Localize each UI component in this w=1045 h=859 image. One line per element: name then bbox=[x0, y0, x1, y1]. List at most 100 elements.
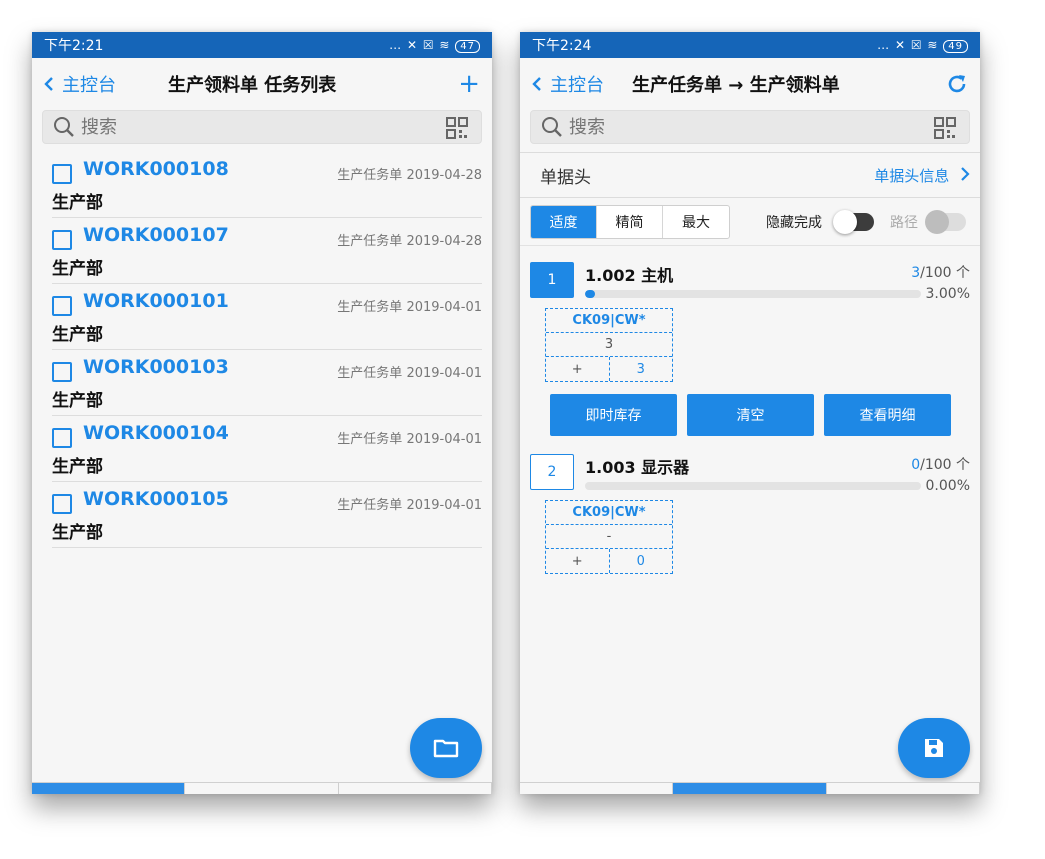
task-dept: 生产部 bbox=[52, 193, 103, 213]
task-meta: 生产任务单 2019-04-01 bbox=[337, 366, 482, 381]
list-item[interactable]: WORK000107 生产任务单 2019-04-28 生产部 bbox=[52, 218, 482, 284]
progress-percent: 3.00% bbox=[925, 286, 970, 302]
task-dept: 生产部 bbox=[52, 523, 103, 543]
checkbox[interactable] bbox=[52, 494, 72, 514]
refresh-icon[interactable] bbox=[946, 73, 968, 95]
document-header-link[interactable]: 单据头信息 bbox=[874, 165, 970, 186]
search-icon bbox=[54, 117, 74, 137]
material-name: 1.002 主机 bbox=[585, 266, 674, 285]
checkbox[interactable] bbox=[52, 428, 72, 448]
add-qty-button[interactable]: + bbox=[546, 549, 610, 573]
task-code[interactable]: WORK000108 bbox=[83, 158, 229, 180]
status-time: 下午2:24 bbox=[532, 38, 592, 54]
status-icons: … ✕ ☒ ≋ 47 bbox=[389, 38, 480, 53]
list-item[interactable]: WORK000104 生产任务单 2019-04-01 生产部 bbox=[52, 416, 482, 482]
clear-button[interactable]: 清空 bbox=[687, 394, 814, 436]
item-index: 1 bbox=[530, 262, 574, 298]
qty-input[interactable]: 0 bbox=[610, 549, 673, 573]
document-header-row[interactable]: 单据头 单据头信息 bbox=[520, 152, 980, 198]
task-dept: 生产部 bbox=[52, 457, 103, 477]
hide-done-label: 隐藏完成 bbox=[766, 214, 822, 231]
location-qty: 3 bbox=[546, 333, 672, 357]
checkbox[interactable] bbox=[52, 164, 72, 184]
view-detail-button[interactable]: 查看明细 bbox=[824, 394, 951, 436]
segment-moderate[interactable]: 适度 bbox=[531, 205, 597, 238]
location-qty: - bbox=[546, 525, 672, 549]
page-title: 生产领料单 任务列表 bbox=[168, 75, 337, 96]
tab-1[interactable] bbox=[520, 783, 674, 794]
tab-3[interactable] bbox=[827, 783, 980, 794]
battery-icon: 47 bbox=[455, 40, 480, 53]
checkbox[interactable] bbox=[52, 362, 72, 382]
segment-max[interactable]: 最大 bbox=[663, 206, 729, 238]
location-code: CK09|CW* bbox=[546, 501, 672, 525]
document-header-label: 单据头 bbox=[540, 167, 591, 188]
progress-bar bbox=[585, 290, 921, 298]
list-item[interactable]: WORK000105 生产任务单 2019-04-01 生产部 bbox=[52, 482, 482, 548]
tab-2[interactable] bbox=[185, 783, 339, 794]
task-code[interactable]: WORK000104 bbox=[83, 422, 229, 444]
material-item: 2 1.003 显示器 0/100 个 0.00% CK09|CW* - + 0 bbox=[530, 454, 970, 584]
task-meta: 生产任务单 2019-04-28 bbox=[337, 168, 482, 183]
list-item[interactable]: WORK000103 生产任务单 2019-04-01 生产部 bbox=[52, 350, 482, 416]
qr-scan-icon[interactable] bbox=[933, 116, 957, 140]
density-segmented-control: 适度 精简 最大 bbox=[530, 204, 730, 239]
material-name: 1.003 显示器 bbox=[585, 458, 690, 477]
checkbox[interactable] bbox=[52, 230, 72, 250]
qr-scan-icon[interactable] bbox=[445, 116, 469, 140]
task-meta: 生产任务单 2019-04-01 bbox=[337, 300, 482, 315]
open-folder-button[interactable] bbox=[410, 718, 482, 778]
add-button[interactable]: + bbox=[458, 71, 480, 97]
task-code[interactable]: WORK000101 bbox=[83, 290, 229, 312]
task-code[interactable]: WORK000103 bbox=[83, 356, 229, 378]
nav-bar: 主控台 生产领料单 任务列表 + bbox=[32, 58, 492, 110]
list-item[interactable]: WORK000101 生产任务单 2019-04-01 生产部 bbox=[52, 284, 482, 350]
nav-bar: 主控台 生产任务单 → 生产领料单 bbox=[520, 58, 980, 110]
status-time: 下午2:21 bbox=[44, 38, 104, 54]
action-buttons: 即时库存 清空 查看明细 bbox=[550, 394, 951, 436]
back-button[interactable]: 主控台 bbox=[532, 71, 604, 97]
location-card[interactable]: CK09|CW* - + 0 bbox=[545, 500, 673, 574]
search-icon bbox=[542, 117, 562, 137]
hide-done-toggle[interactable] bbox=[833, 210, 874, 234]
location-code: CK09|CW* bbox=[546, 309, 672, 333]
page-title: 生产任务单 → 生产领料单 bbox=[632, 75, 840, 96]
item-index: 2 bbox=[530, 454, 574, 490]
bottom-tab-bar bbox=[520, 782, 980, 794]
location-card[interactable]: CK09|CW* 3 + 3 bbox=[545, 308, 673, 382]
save-icon bbox=[925, 739, 943, 757]
task-meta: 生产任务单 2019-04-01 bbox=[337, 432, 482, 447]
path-label: 路径 bbox=[890, 214, 918, 231]
search-input[interactable] bbox=[569, 116, 909, 138]
task-code[interactable]: WORK000107 bbox=[83, 224, 229, 246]
material-qty: 3/100 个 bbox=[911, 265, 970, 281]
search-bar bbox=[42, 110, 482, 144]
view-controls: 适度 精简 最大 隐藏完成 路径 bbox=[520, 198, 980, 246]
search-input[interactable] bbox=[81, 116, 421, 138]
checkbox[interactable] bbox=[52, 296, 72, 316]
back-label: 主控台 bbox=[62, 75, 116, 96]
tab-2[interactable] bbox=[673, 783, 827, 794]
task-meta: 生产任务单 2019-04-28 bbox=[337, 234, 482, 249]
list-item[interactable]: WORK000108 生产任务单 2019-04-28 生产部 bbox=[52, 152, 482, 218]
realtime-stock-button[interactable]: 即时库存 bbox=[550, 394, 677, 436]
material-qty: 0/100 个 bbox=[911, 457, 970, 473]
task-code[interactable]: WORK000105 bbox=[83, 488, 229, 510]
search-bar bbox=[530, 110, 970, 144]
path-toggle[interactable] bbox=[925, 210, 966, 234]
bottom-tab-bar bbox=[32, 782, 492, 794]
chevron-left-icon bbox=[44, 77, 53, 91]
segment-compact[interactable]: 精简 bbox=[597, 205, 663, 238]
material-pick-screen: 下午2:24 … ✕ ☒ ≋ 49 主控台 生产任务单 → 生产领料单 单据头 … bbox=[520, 32, 980, 794]
save-button[interactable] bbox=[898, 718, 970, 778]
tab-1[interactable] bbox=[32, 783, 186, 794]
tab-3[interactable] bbox=[339, 783, 492, 794]
back-button[interactable]: 主控台 bbox=[44, 71, 116, 97]
task-dept: 生产部 bbox=[52, 325, 103, 345]
chevron-left-icon bbox=[532, 77, 541, 91]
progress-percent: 0.00% bbox=[925, 478, 970, 494]
add-qty-button[interactable]: + bbox=[546, 357, 610, 381]
status-icons: … ✕ ☒ ≋ 49 bbox=[877, 38, 968, 53]
qty-input[interactable]: 3 bbox=[610, 357, 673, 381]
task-dept: 生产部 bbox=[52, 259, 103, 279]
